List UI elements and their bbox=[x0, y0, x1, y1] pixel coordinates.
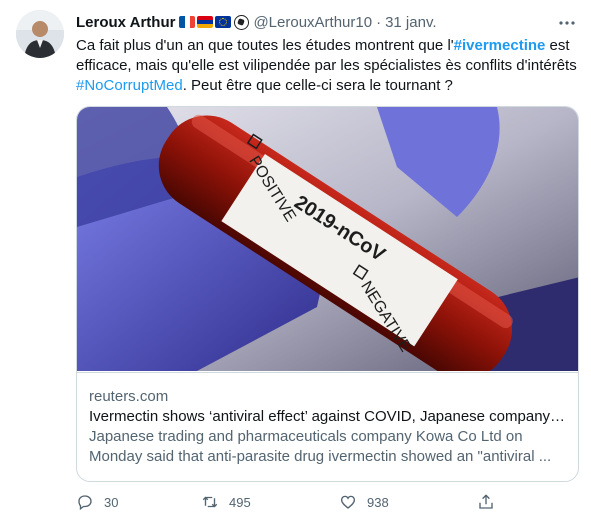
card-meta: reuters.com Ivermectin shows ‘antiviral … bbox=[77, 372, 578, 481]
reply-icon bbox=[78, 495, 92, 511]
tweet-text: Ca fait plus d'un an que toutes les étud… bbox=[76, 36, 580, 96]
tweet-date[interactable]: 31 janv. bbox=[385, 14, 436, 31]
separator-dot: · bbox=[376, 13, 382, 31]
france-flag-icon bbox=[179, 16, 196, 28]
card-description: Japanese trading and pharmaceuticals com… bbox=[89, 427, 566, 467]
link-card[interactable]: 2019-nCoV POSITIVE NEGATIVE reuters.com … bbox=[76, 106, 579, 482]
more-options-icon[interactable] bbox=[557, 13, 577, 33]
retweet-button[interactable]: 495 bbox=[201, 493, 339, 511]
like-button[interactable]: 938 bbox=[339, 493, 477, 511]
author-name[interactable]: Leroux Arthur bbox=[76, 14, 175, 31]
like-count: 938 bbox=[367, 494, 389, 510]
card-domain: reuters.com bbox=[89, 388, 169, 405]
tweet-header: Leroux Arthur @LerouxArthur10 · 31 janv. bbox=[76, 11, 577, 33]
armenia-flag-icon bbox=[197, 16, 214, 28]
eu-flag-icon bbox=[215, 16, 232, 28]
tweet-actions: 30 495 938 bbox=[76, 490, 516, 514]
author-emojis bbox=[179, 14, 250, 30]
author-handle[interactable]: @LerouxArthur10 bbox=[253, 14, 372, 31]
retweet-count: 495 bbox=[229, 494, 251, 510]
retweet-icon bbox=[202, 496, 218, 508]
avatar[interactable] bbox=[16, 10, 64, 58]
tweet-text-part3: . Peut être que celle-ci sera le tournan… bbox=[182, 77, 453, 94]
tweet-text-part1: Ca fait plus d'un an que toutes les étud… bbox=[76, 37, 454, 54]
share-button[interactable] bbox=[477, 493, 495, 511]
card-description-line1: Japanese trading and pharmaceuticals com… bbox=[89, 428, 523, 445]
share-icon bbox=[479, 494, 493, 509]
hashtag-ivermectine[interactable]: #ivermectine bbox=[454, 37, 546, 54]
reply-count: 30 bbox=[104, 494, 119, 510]
reply-button[interactable]: 30 bbox=[76, 493, 201, 511]
avatar-image bbox=[16, 10, 64, 58]
soccer-ball-icon bbox=[234, 14, 250, 30]
card-description-line2: Monday said that anti-parasite drug iver… bbox=[89, 448, 552, 465]
card-title: Ivermectin shows ‘antiviral effect’ agai… bbox=[89, 408, 566, 425]
heart-icon bbox=[340, 495, 356, 509]
card-image: 2019-nCoV POSITIVE NEGATIVE bbox=[77, 107, 578, 371]
hashtag-nocorruptmed[interactable]: #NoCorruptMed bbox=[76, 77, 183, 94]
